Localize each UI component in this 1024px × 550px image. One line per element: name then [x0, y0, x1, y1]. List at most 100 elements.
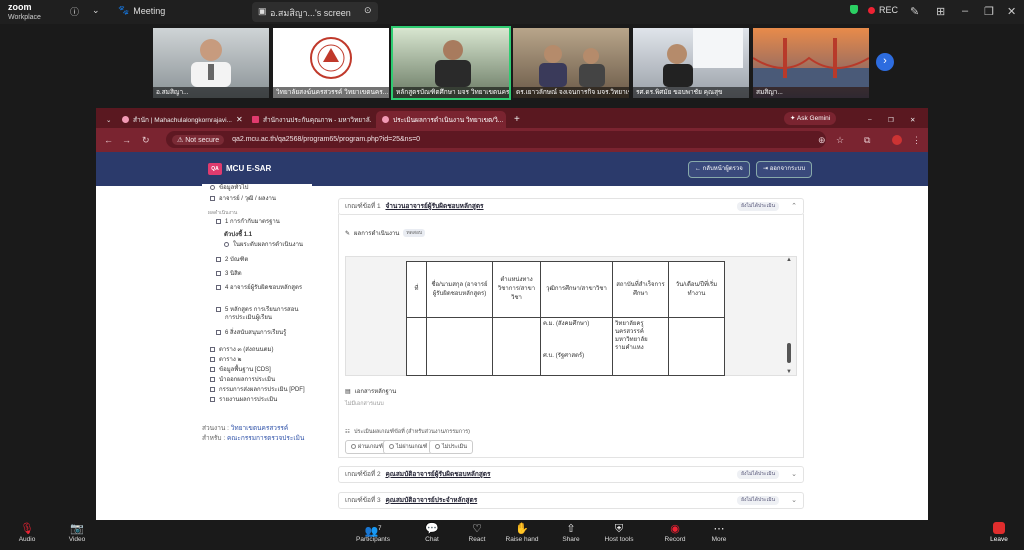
leave-label: Leave	[990, 536, 1008, 543]
sidebar-item-standard-3[interactable]: 3 นิสิต	[216, 270, 242, 278]
profile-avatar[interactable]	[892, 135, 902, 145]
sidebar-item-export[interactable]: นำออกผลการประเมิน	[210, 376, 275, 384]
option-label: ไม่ประเมิน	[442, 444, 468, 450]
scroll-down-icon[interactable]: ▼	[786, 369, 792, 375]
sidebar-item-pdf[interactable]: กรรมการส่งผลการประเมิน [PDF]	[210, 386, 305, 394]
raise-hand-label: Raise hand	[505, 536, 539, 543]
ask-gemini-button[interactable]: ✦ Ask Gemini	[784, 112, 837, 125]
criterion-1-header[interactable]: เกณฑ์ข้อที่ 1 จำนวนอาจารย์ผู้รับผิดชอบหล…	[338, 198, 804, 215]
chevron-down-icon[interactable]: ⌄	[92, 5, 100, 16]
menu-dots-icon[interactable]: ⋮	[912, 135, 921, 146]
criterion-3-header[interactable]: เกณฑ์ข้อที่ 3 คุณสมบัติอาจารย์ประจำหลักส…	[338, 492, 804, 509]
documents-label: เอกสารหลักฐาน	[354, 389, 397, 395]
video-button[interactable]: 📷 Video	[52, 522, 102, 543]
option-label: ไม่ผ่านเกณฑ์	[396, 444, 428, 450]
record-button[interactable]: ◉ Record	[650, 522, 700, 543]
zoom-logo: zoom Workplace	[8, 3, 41, 22]
sidebar-item-indicator-1-1-sub[interactable]: ในผระดับผลการดำเนินงาน	[224, 241, 303, 249]
host-tools-label: Host tools	[604, 536, 634, 543]
tab-label: สำนัก | Mahachulalongkornrajavi...	[133, 116, 232, 124]
sidebar-item-standard-6[interactable]: 6 สิ่งสนับสนุนการเรียนรู้	[216, 329, 286, 337]
results-label: ผลการดำเนินงาน	[354, 231, 400, 237]
back-to-reviewer-button[interactable]: ← กลับหน้าผู้ตรวจ	[688, 161, 750, 178]
participant-tile-active[interactable]: หลักสูตรบัณฑิตศึกษา มจร วิทยาเขตนครส...	[391, 26, 511, 100]
criterion-title: คุณสมบัติอาจารย์ประจำหลักสูตร	[385, 497, 478, 504]
close-icon[interactable]: ✕	[1007, 5, 1016, 18]
participant-tile[interactable]: รศ.ดร.พิศมัย ขอบพาชัย คุณสุข	[633, 28, 749, 98]
participants-button[interactable]: 👥7 Participants	[348, 522, 398, 543]
logout-icon: ⇥	[763, 166, 769, 172]
more-button[interactable]: ⋯ More	[694, 522, 744, 543]
meeting-button[interactable]: 🐾 Meeting	[118, 5, 165, 16]
sidebar-item-label: 1 การกำกับมาตรฐาน	[225, 219, 280, 225]
sidebar-section-label: ผลดำเนินงาน	[208, 210, 238, 216]
new-tab-button[interactable]: +	[508, 111, 526, 128]
sidebar-item-label: ตาราง ๓ (ส่งถนนตม)	[219, 347, 274, 353]
golden-gate-background-icon	[753, 38, 869, 87]
not-secure-badge[interactable]: ⚠ Not secure	[172, 134, 225, 145]
sidebar-item-standard-1[interactable]: 1 การกำกับมาตรฐาน	[216, 218, 280, 226]
chevron-down-icon[interactable]: ⌄	[791, 467, 797, 482]
more-options-icon[interactable]: ⊙	[364, 5, 372, 16]
forward-arrow-icon[interactable]: →	[122, 135, 131, 145]
chat-button[interactable]: 💬 Chat	[407, 522, 457, 543]
annotate-icon[interactable]: ✎	[910, 5, 919, 18]
sidebar-item-faculty[interactable]: อาจารย์ / วุฒิ / ผลงาน	[210, 195, 276, 203]
layout-icon[interactable]: ⊞	[936, 5, 945, 18]
host-tools-button[interactable]: ⛨ Host tools	[594, 522, 644, 543]
participant-tile[interactable]: วิทยาลัยสงฆ์นครสวรรค์ วิทยาเขตนคร...	[273, 28, 389, 98]
share-button[interactable]: ⇧ Share	[546, 522, 596, 543]
eval-fail-option[interactable]: ไม่ผ่านเกณฑ์	[383, 440, 434, 454]
browser-tab-active[interactable]: ประเมินผลการดำเนินงาน วิทยาเขต/วิ... ✕	[376, 111, 506, 128]
sidebar-item-indicator-1-1[interactable]: ตัวบ่งชี้ 1.1	[224, 231, 252, 239]
sidebar-item-cds[interactable]: ข้อมูลพื้นฐาน [CDS]	[210, 366, 271, 374]
sidebar-item-table-3[interactable]: ตาราง ๓ (ส่งถนนตม)	[210, 346, 274, 354]
participant-tile[interactable]: สมสิญา...	[753, 28, 869, 98]
browser-tab[interactable]: สำนัก | Mahachulalongkornrajavi... ✕	[116, 111, 242, 128]
sidebar-item-table-2[interactable]: ตาราง ๒	[210, 356, 241, 364]
zoom-lens-icon[interactable]: ⊕	[818, 135, 826, 146]
participant-tile[interactable]: ดร.เยาวลักษณ์ จงเจนการกิจ มจร.วิทยาเขตนค…	[513, 28, 629, 98]
tab-list-icon[interactable]: ⌄	[100, 111, 114, 128]
url-field[interactable]: ⚠ Not secure qa2.mcu.ac.th/qa2568/progra…	[166, 131, 826, 148]
sidebar-item-standard-2[interactable]: 2 บัณฑิต	[216, 256, 248, 264]
table-cell: วิทยาลัยครู นครสวรรค์ มหาวิทยาลัย รามคำแ…	[612, 317, 669, 376]
audio-button[interactable]: 🎙 Audio	[2, 522, 52, 543]
sidebar-item-general[interactable]: ข้อมูลทั่วไป	[210, 184, 249, 192]
extensions-icon[interactable]: ⧉	[864, 135, 870, 146]
results-table-viewer[interactable]: ที่ ชื่อ/นามสกุล (อาจารย์ผู้รับผิดชอบหลั…	[345, 256, 797, 376]
minimize-icon[interactable]: –	[962, 5, 968, 17]
participant-name: อ.สมสิญา...	[153, 87, 269, 98]
logout-button[interactable]: ⇥ ออกจากระบบ	[756, 161, 813, 178]
browser-tab[interactable]: สำนักงานประกันคุณภาพ - มหาวิทยาลั... ✕	[246, 111, 372, 128]
restore-icon[interactable]: ❐	[984, 5, 994, 18]
chevron-up-icon[interactable]: ⌃	[791, 199, 797, 214]
raise-hand-button[interactable]: ✋ Raise hand	[497, 522, 547, 543]
restore-icon[interactable]: ❐	[882, 111, 900, 128]
close-tab-icon[interactable]: ✕	[236, 115, 242, 124]
sidebar-item-standard-5[interactable]: 5 หลักสูตร การเรียนการสอน การประเมินผู้เ…	[216, 306, 304, 322]
info-icon[interactable]: ⓘ	[70, 5, 79, 18]
shared-screen-tab[interactable]: ▣ อ.สมสิญา...'s screen ⊙	[252, 2, 378, 22]
chevron-down-icon[interactable]: ⌄	[791, 493, 797, 508]
scrollbar-thumb[interactable]	[787, 343, 791, 363]
next-participants-button[interactable]: ›	[876, 53, 894, 71]
scroll-up-icon[interactable]: ▲	[786, 257, 792, 263]
bookmark-star-icon[interactable]: ☆	[836, 135, 844, 146]
react-button[interactable]: ♡ React	[452, 522, 502, 543]
sidebar-item-standard-4[interactable]: 4 อาจารย์ผู้รับผิดชอบหลักสูตร	[216, 284, 304, 292]
back-arrow-icon[interactable]: ←	[104, 135, 113, 145]
reload-icon[interactable]: ↻	[142, 135, 150, 146]
leave-button[interactable]: Leave	[985, 522, 1013, 543]
criterion-2-header[interactable]: เกณฑ์ข้อที่ 2 คุณสมบัติอาจารย์ผู้รับผิดช…	[338, 466, 804, 483]
site-header: QA MCU E-SAR ← กลับหน้าผู้ตรวจ ⇥ ออกจากร…	[96, 152, 928, 186]
close-icon[interactable]: ✕	[904, 111, 921, 128]
criterion-prefix: เกณฑ์ข้อที่ 2	[345, 471, 381, 478]
address-bar: ← → ↻ ⚠ Not secure qa2.mcu.ac.th/qa2568/…	[96, 128, 928, 152]
sidebar-item-report[interactable]: รายงานผลการประเมิน	[210, 396, 277, 404]
participant-tile[interactable]: อ.สมสิญา...	[153, 28, 269, 98]
site-title: MCU E-SAR	[226, 164, 272, 173]
eval-none-option[interactable]: ไม่ประเมิน	[429, 440, 474, 454]
not-secure-label: Not secure	[185, 136, 220, 144]
minimize-icon[interactable]: –	[862, 111, 878, 128]
